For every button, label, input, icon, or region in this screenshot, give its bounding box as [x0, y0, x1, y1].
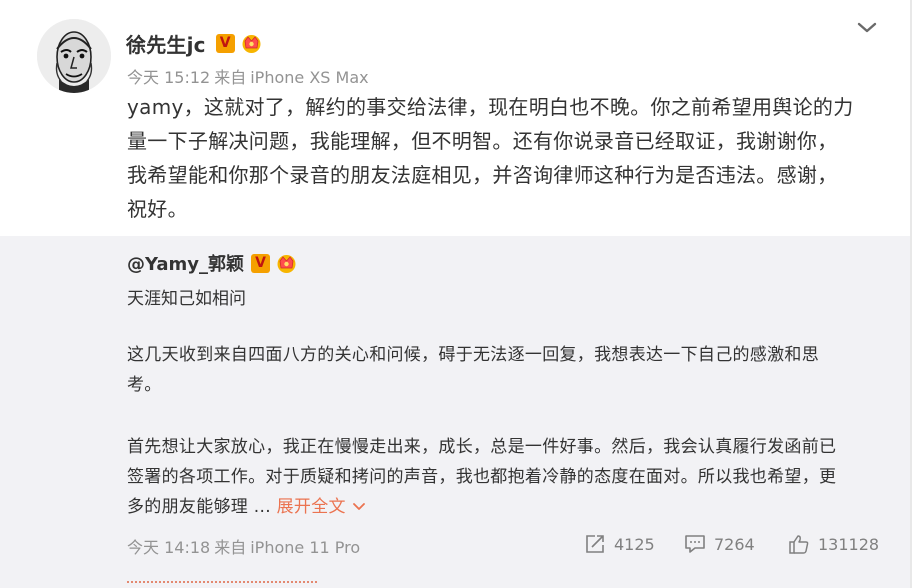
source-prefix: 来自: [214, 538, 247, 557]
verified-badge-icon[interactable]: V: [215, 33, 235, 53]
post-text-line: 量一下子解决问题，我能理解，但不明智。还有你说录音已经取证，我谢谢你，: [127, 129, 838, 153]
post-text-line: 我希望能和你那个录音的朋友法庭相见，并咨询律师这种行为是否违法。感谢，: [127, 163, 838, 187]
expand-label[interactable]: 展开全文: [277, 497, 346, 517]
retweet-meta: 今天 14:18 来自 iPhone 11 Pro: [127, 534, 364, 558]
post-meta: 今天 15:12 来自 iPhone XS Max: [127, 64, 373, 88]
retweet-truncated-text: 多的朋友能够理 ...: [127, 497, 277, 517]
member-crown-icon[interactable]: [275, 252, 298, 274]
retweet-text-line: 签署的各项工作。对于质疑和拷问的声音，我也都抱着冷静的态度在面对。所以我也希望，…: [127, 467, 837, 487]
author-name[interactable]: 徐先生jc: [126, 29, 206, 58]
retweet-text-line: 首先想让大家放心，我正在慢慢走出来，成长，总是一件好事。然后，我会认真履行发函前…: [127, 437, 837, 457]
retweet-text-line-last: 多的朋友能够理 ... 展开全文: [127, 492, 867, 522]
chevron-down-icon[interactable]: [352, 502, 366, 512]
repost-button[interactable]: 4125: [584, 532, 655, 556]
source-device[interactable]: iPhone XS Max: [250, 68, 368, 87]
comment-count: 7264: [714, 534, 755, 554]
like-button[interactable]: 131128: [788, 532, 879, 556]
verified-badge-icon[interactable]: V: [251, 253, 271, 273]
author-row: 徐先生jc V: [126, 29, 263, 58]
retweet-author-name[interactable]: @Yamy_郭颖: [127, 250, 244, 276]
retweet-text-line: 考。: [127, 375, 162, 395]
like-count: 131128: [818, 534, 880, 554]
comment-button[interactable]: 7264: [684, 532, 755, 556]
source-device[interactable]: iPhone 11 Pro: [250, 538, 360, 557]
comment-icon: [685, 535, 705, 553]
retweet-text-line: 这几天收到来自四面八方的关心和问候，碍于无法逐一回复，我想表达一下自己的感激和思: [127, 345, 819, 365]
chevron-down-icon[interactable]: [854, 17, 880, 37]
post-text: yamy，这就对了，解约的事交给法律，现在明白也不晚。你之前希望用舆论的力 量一…: [127, 90, 862, 226]
retweet-author-row: @Yamy_郭颖 V: [127, 250, 298, 276]
post-time[interactable]: 今天 15:12: [127, 68, 210, 87]
post-text-line: 祝好。: [127, 197, 188, 221]
avatar[interactable]: [37, 19, 111, 93]
retweet-box[interactable]: @Yamy_郭颖 V 天涯知己如相问 这几天收到来自四面八方的关心和问候，碍于无…: [0, 236, 910, 588]
source-prefix: 来自: [214, 68, 247, 87]
retweet-paragraph: 首先想让大家放心，我正在慢慢走出来，成长，总是一件好事。然后，我会认真履行发函前…: [127, 432, 867, 522]
retweet-paragraph: 这几天收到来自四面八方的关心和问候，碍于无法逐一回复，我想表达一下自己的感激和思…: [127, 340, 867, 400]
post-text-line: yamy，这就对了，解约的事交给法律，现在明白也不晚。你之前希望用舆论的力: [127, 95, 854, 119]
thumbs-up-icon: [789, 535, 809, 554]
next-line-cut-off: [127, 578, 327, 588]
retweet-time[interactable]: 今天 14:18: [127, 538, 210, 557]
retweet-first-line: 天涯知己如相问: [127, 289, 246, 309]
expand-full-text-link[interactable]: 展开全文: [277, 497, 366, 517]
repost-count: 4125: [614, 534, 655, 554]
retweet-footer: 今天 14:18 来自 iPhone 11 Pro 4125 7264 131128: [0, 532, 910, 558]
member-crown-icon[interactable]: [240, 32, 263, 54]
repost-icon: [586, 535, 604, 553]
